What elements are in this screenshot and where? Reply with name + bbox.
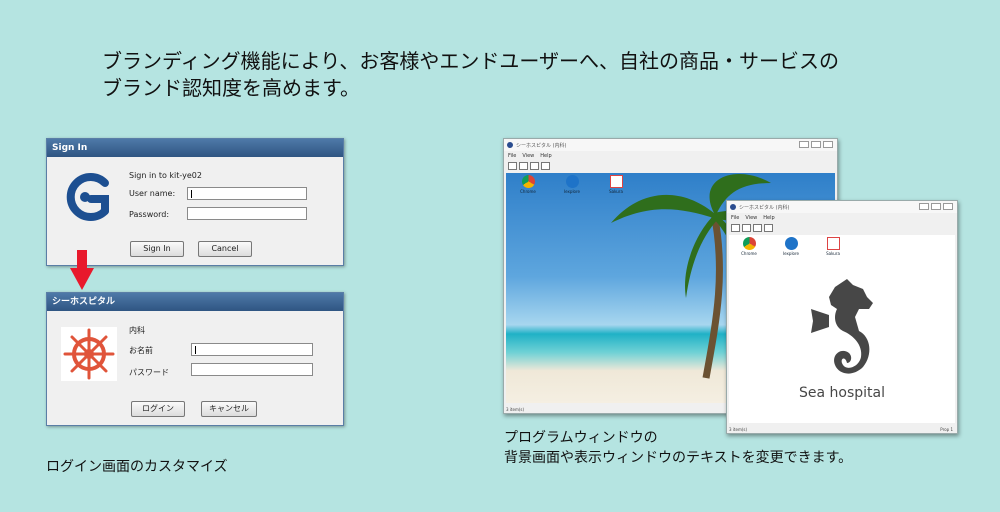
down-arrow-icon xyxy=(70,250,94,290)
custom-dialog-title: シーホスピタル xyxy=(47,293,343,311)
window-back-status: 3 item(s) xyxy=(506,407,525,412)
window-front-toolbar xyxy=(727,222,957,234)
username-input[interactable] xyxy=(187,187,307,200)
caption-login-customize: ログイン画面のカスタマイズ xyxy=(46,459,228,475)
cancel-button[interactable]: Cancel xyxy=(198,241,252,257)
signin-dialog: Sign In Sign in to kit-ye02 User name: P… xyxy=(46,138,344,266)
window-back-title: シーホスピタル (内科) xyxy=(516,142,567,149)
help-icon[interactable] xyxy=(764,224,773,232)
list-view-icon[interactable] xyxy=(530,162,539,170)
desktop-icon-sakura[interactable]: Sakura xyxy=(819,237,847,256)
caption-right-line-1: プログラムウィンドウの xyxy=(504,430,658,446)
menu-view[interactable]: View xyxy=(745,215,757,221)
minimize-button[interactable] xyxy=(919,203,929,210)
menu-file[interactable]: File xyxy=(731,215,739,221)
app-icon xyxy=(507,142,513,148)
custom-password-input[interactable] xyxy=(191,363,313,376)
custom-password-label: パスワード xyxy=(129,368,169,377)
signin-prompt: Sign in to kit-ye02 xyxy=(129,171,202,180)
menu-help[interactable]: Help xyxy=(540,153,551,159)
window-front-status-right: Prop 1 xyxy=(940,427,953,432)
list-view-icon[interactable] xyxy=(753,224,762,232)
window-back-titlebar: シーホスピタル (内科) xyxy=(504,139,837,151)
seahorse-desktop-background: Chrome Iexplore Sakura Sea hospital xyxy=(729,235,955,423)
window-front-title: シーホスピタル (内科) xyxy=(739,204,790,211)
window-front-titlebar: シーホスピタル (内科) xyxy=(727,201,957,213)
desktop-icon-iexplore[interactable]: Iexplore xyxy=(777,237,805,256)
large-icons-icon[interactable] xyxy=(508,162,517,170)
maximize-button[interactable] xyxy=(931,203,941,210)
headline-line-1: ブランディング機能により、お客様やエンドユーザーへ、自社の商品・サービスの xyxy=(102,49,839,73)
small-icons-icon[interactable] xyxy=(742,224,751,232)
window-front-menubar: File View Help xyxy=(727,213,957,222)
close-button[interactable] xyxy=(823,141,833,148)
password-input[interactable] xyxy=(187,207,307,220)
desktop-icon-chrome[interactable]: Chrome xyxy=(514,175,542,194)
help-icon[interactable] xyxy=(541,162,550,170)
caption-right-line-2: 背景画面や表示ウィンドウのテキストを変更できます。 xyxy=(504,450,853,466)
brand-text: Sea hospital xyxy=(799,385,885,401)
login-button[interactable]: ログイン xyxy=(131,401,185,417)
large-icons-icon[interactable] xyxy=(731,224,740,232)
menu-view[interactable]: View xyxy=(522,153,534,159)
small-icons-icon[interactable] xyxy=(519,162,528,170)
window-back-toolbar xyxy=(504,160,837,172)
department-label: 内科 xyxy=(129,326,145,335)
name-input[interactable] xyxy=(191,343,313,356)
ship-wheel-icon xyxy=(63,328,115,380)
menu-help[interactable]: Help xyxy=(763,215,774,221)
app-icon xyxy=(730,204,736,210)
g-logo-icon xyxy=(66,173,109,221)
signin-dialog-title: Sign In xyxy=(47,139,343,157)
custom-cancel-button[interactable]: キャンセル xyxy=(201,401,257,417)
maximize-button[interactable] xyxy=(811,141,821,148)
custom-logo-box xyxy=(61,327,117,381)
seahorse-logo-icon xyxy=(811,279,873,374)
headline: ブランディング機能により、お客様やエンドユーザーへ、自社の商品・サービスの ブラ… xyxy=(102,48,902,102)
menu-file[interactable]: File xyxy=(508,153,516,159)
program-window-front: シーホスピタル (内科) File View Help Chrome Iexpl… xyxy=(726,200,958,434)
close-button[interactable] xyxy=(943,203,953,210)
headline-line-2: ブランド認知度を高めます。 xyxy=(102,76,360,100)
username-label: User name: xyxy=(129,189,176,198)
sign-in-button[interactable]: Sign In xyxy=(130,241,184,257)
caption-window-customize: プログラムウィンドウの 背景画面や表示ウィンドウのテキストを変更できます。 xyxy=(504,428,852,468)
custom-login-dialog: シーホスピタル 内科 お名前 パスワード ログイン キャンセル xyxy=(46,292,344,426)
desktop-icon-sakura[interactable]: Sakura xyxy=(602,175,630,194)
password-label: Password: xyxy=(129,210,170,219)
minimize-button[interactable] xyxy=(799,141,809,148)
window-back-menubar: File View Help xyxy=(504,151,837,160)
name-label: お名前 xyxy=(129,346,153,355)
desktop-icon-chrome[interactable]: Chrome xyxy=(735,237,763,256)
desktop-icon-iexplore[interactable]: Iexplore xyxy=(558,175,586,194)
